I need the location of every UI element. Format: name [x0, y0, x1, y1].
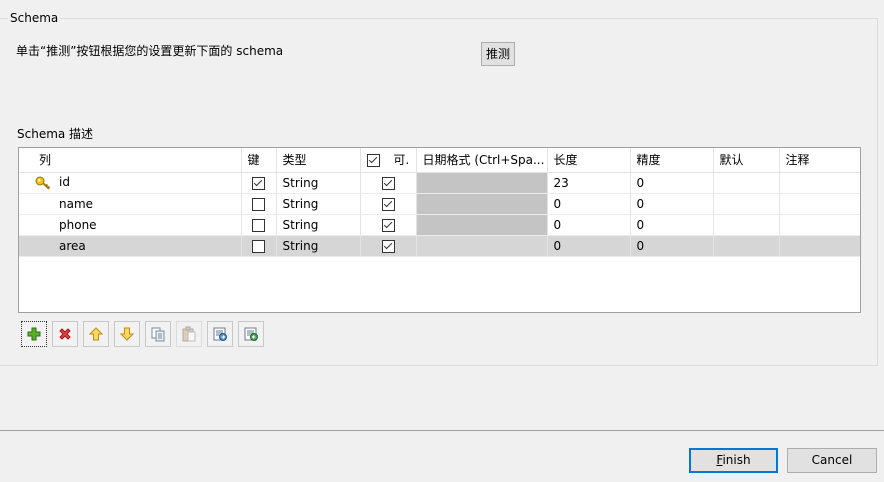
finish-label-rest: inish [722, 453, 751, 467]
export-schema-button[interactable] [238, 321, 264, 347]
cell-length[interactable]: 0 [547, 214, 631, 236]
nullable-checkbox[interactable] [381, 239, 395, 253]
cell-nullable[interactable] [360, 235, 417, 257]
header-default[interactable]: 默认 [713, 148, 780, 173]
group-title: Schema [8, 11, 61, 25]
import-schema-button[interactable] [207, 321, 233, 347]
schema-table[interactable]: 列 键 类型 可. 日期格式 (Ctrl+Spa... 长度 精度 默认 注释 … [18, 147, 861, 313]
finish-button[interactable]: Finish [689, 448, 778, 473]
header-type[interactable]: 类型 [276, 148, 361, 173]
header-length[interactable]: 长度 [547, 148, 631, 173]
header-column[interactable]: 列 [19, 148, 242, 173]
import-icon [212, 326, 228, 342]
cell-comment[interactable] [779, 214, 860, 236]
table-toolbar [21, 321, 264, 347]
cell-column-name[interactable]: name [19, 193, 242, 215]
cell-type[interactable]: String [276, 172, 361, 194]
nullable-header-checkbox[interactable] [366, 154, 380, 168]
key-checkbox[interactable] [251, 239, 265, 253]
empty-row [19, 298, 860, 312]
cell-column-name[interactable]: id [19, 172, 242, 194]
empty-row [19, 277, 860, 298]
column-name-text: name [59, 196, 94, 211]
cell-precision[interactable]: 0 [630, 172, 714, 194]
table-header-row: 列 键 类型 可. 日期格式 (Ctrl+Spa... 长度 精度 默认 注释 [19, 148, 860, 173]
arrow-up-icon [88, 326, 104, 342]
column-name-text: phone [59, 217, 97, 232]
cell-length[interactable]: 23 [547, 172, 631, 194]
cell-column-name[interactable]: phone [19, 214, 242, 236]
table-row[interactable]: area String 0 0 [19, 235, 860, 257]
bottom-separator [0, 430, 884, 431]
cell-key[interactable] [241, 214, 277, 236]
remove-row-button[interactable] [52, 321, 78, 347]
cell-date-format[interactable] [416, 193, 548, 215]
cell-length[interactable]: 0 [547, 235, 631, 257]
header-nullable[interactable]: 可. [360, 148, 417, 173]
cell-precision[interactable]: 0 [630, 214, 714, 236]
column-name-text: id [59, 175, 70, 190]
cell-column-name[interactable]: area [19, 235, 242, 257]
header-date-format[interactable]: 日期格式 (Ctrl+Spa... [416, 148, 548, 173]
cell-length[interactable]: 0 [547, 193, 631, 215]
key-checkbox[interactable] [251, 197, 265, 211]
instruction-text: 单击“推测”按钮根据您的设置更新下面的 schema [16, 44, 284, 58]
empty-row [19, 256, 860, 277]
schema-description-label: Schema 描述 [17, 127, 94, 141]
cell-key[interactable] [241, 193, 277, 215]
delete-icon [57, 326, 73, 342]
arrow-down-icon [119, 326, 135, 342]
copy-button[interactable] [145, 321, 171, 347]
cell-nullable[interactable] [360, 214, 417, 236]
key-icon [35, 176, 51, 190]
cancel-button[interactable]: Cancel [787, 448, 877, 473]
cell-default[interactable] [713, 235, 780, 257]
cell-date-format[interactable] [416, 235, 548, 257]
key-checkbox[interactable] [251, 176, 265, 190]
cell-default[interactable] [713, 172, 780, 194]
cell-type[interactable]: String [276, 193, 361, 215]
table-row[interactable]: name String 0 0 [19, 193, 860, 215]
nullable-checkbox[interactable] [381, 218, 395, 232]
guess-button[interactable]: 推测 [481, 42, 515, 66]
export-icon [243, 326, 259, 342]
move-up-button[interactable] [83, 321, 109, 347]
cell-default[interactable] [713, 214, 780, 236]
cell-type[interactable]: String [276, 214, 361, 236]
nullable-checkbox[interactable] [381, 197, 395, 211]
cell-precision[interactable]: 0 [630, 235, 714, 257]
table-row[interactable]: phone String 0 0 [19, 214, 860, 236]
cell-precision[interactable]: 0 [630, 193, 714, 215]
header-comment[interactable]: 注释 [779, 148, 860, 173]
copy-icon [150, 326, 166, 342]
cell-date-format[interactable] [416, 172, 548, 194]
key-checkbox[interactable] [251, 218, 265, 232]
cell-comment[interactable] [779, 172, 860, 194]
cell-comment[interactable] [779, 235, 860, 257]
header-nullable-label: 可. [393, 153, 410, 168]
cell-nullable[interactable] [360, 172, 417, 194]
table-row[interactable]: id String 23 0 [19, 172, 860, 194]
header-precision[interactable]: 精度 [630, 148, 714, 173]
column-name-text: area [59, 238, 86, 253]
cell-key[interactable] [241, 172, 277, 194]
cell-date-format[interactable] [416, 214, 548, 236]
header-key[interactable]: 键 [241, 148, 277, 173]
plus-icon [26, 326, 42, 342]
nullable-checkbox[interactable] [381, 176, 395, 190]
cell-type[interactable]: String [276, 235, 361, 257]
move-down-button[interactable] [114, 321, 140, 347]
paste-button[interactable] [176, 321, 202, 347]
cell-nullable[interactable] [360, 193, 417, 215]
cell-key[interactable] [241, 235, 277, 257]
paste-icon [181, 326, 197, 342]
cell-comment[interactable] [779, 193, 860, 215]
add-row-button[interactable] [21, 321, 47, 347]
cell-default[interactable] [713, 193, 780, 215]
